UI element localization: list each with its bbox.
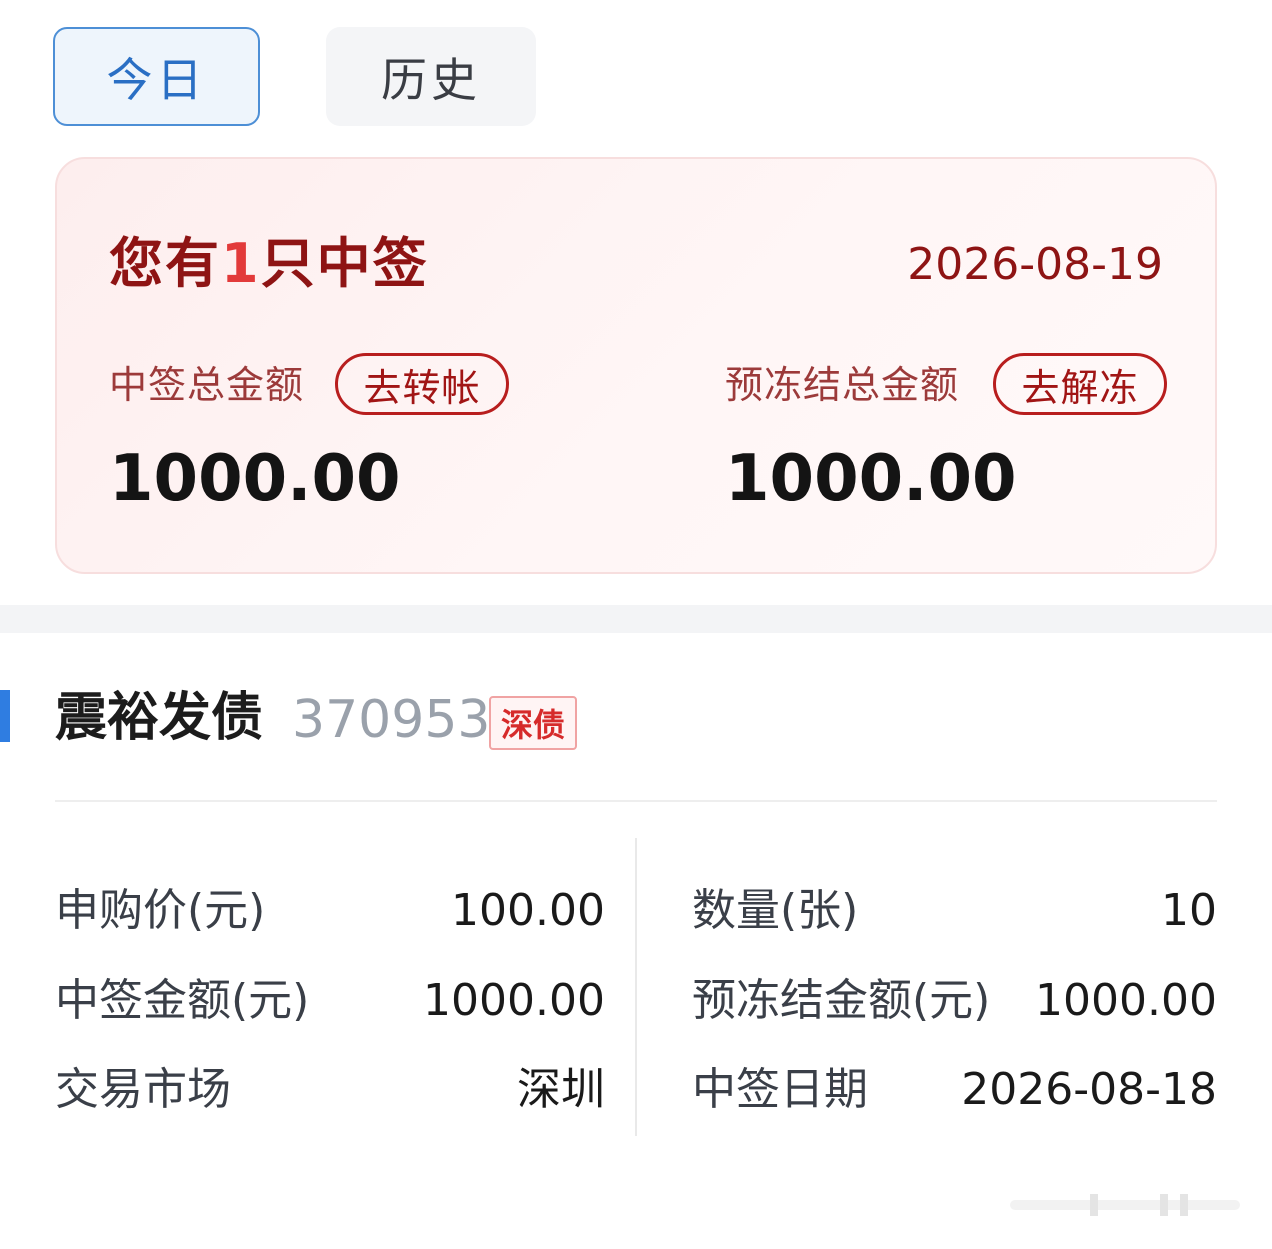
summary-title: 您有1只中签 [109,229,429,299]
detail-row-subscription-price: 申购价(元) 100.00 [55,881,605,941]
summary-date: 2026-08-19 [907,239,1163,290]
detail-value: 100.00 [451,885,605,936]
detail-row-market: 交易市场 深圳 [55,1060,605,1120]
tab-today[interactable]: 今日 [53,27,260,126]
detail-value: 10 [1161,885,1217,936]
detail-value: 2026-08-18 [961,1064,1217,1115]
column-divider [635,838,637,1136]
detail-label: 数量(张) [692,885,859,936]
summary-count: 1 [221,232,261,295]
detail-label: 交易市场 [55,1064,231,1115]
bond-code: 370953 [292,690,491,750]
detail-value: 1000.00 [1035,975,1217,1026]
tab-bar: 今日 历史 [53,27,536,128]
detail-label: 中签日期 [692,1064,868,1115]
detail-value: 深圳 [517,1064,605,1115]
detail-label: 中签金额(元) [55,975,310,1026]
transfer-button[interactable]: 去转帐 [335,353,509,415]
detail-row-quantity: 数量(张) 10 [692,881,1217,941]
total-allotment-amount-label: 中签总金额 [109,363,305,407]
allotment-summary-card: 您有1只中签 2026-08-19 中签总金额 去转帐 1000.00 预冻结总… [55,157,1217,574]
detail-row-prefrozen-amount: 预冻结金额(元) 1000.00 [692,971,1217,1031]
total-prefrozen-amount: 1000.00 [725,442,1017,516]
watermark-icon [1010,1194,1240,1216]
summary-title-prefix: 您有 [109,232,221,295]
detail-label: 申购价(元) [55,885,266,936]
tab-history[interactable]: 历史 [326,27,536,126]
section-divider [0,605,1272,633]
detail-row-allotment-date: 中签日期 2026-08-18 [692,1060,1217,1120]
unfreeze-button[interactable]: 去解冻 [993,353,1167,415]
section-accent-bar [0,690,10,742]
market-tag: 深债 [489,696,577,750]
summary-title-suffix: 只中签 [260,232,429,295]
detail-label: 预冻结金额(元) [692,975,991,1026]
detail-divider [55,800,1217,802]
detail-value: 1000.00 [423,975,605,1026]
bond-name: 震裕发债 [55,688,264,748]
total-prefrozen-amount-label: 预冻结总金额 [725,363,960,407]
total-allotment-amount: 1000.00 [109,442,401,516]
detail-row-allotment-amount: 中签金额(元) 1000.00 [55,971,605,1031]
